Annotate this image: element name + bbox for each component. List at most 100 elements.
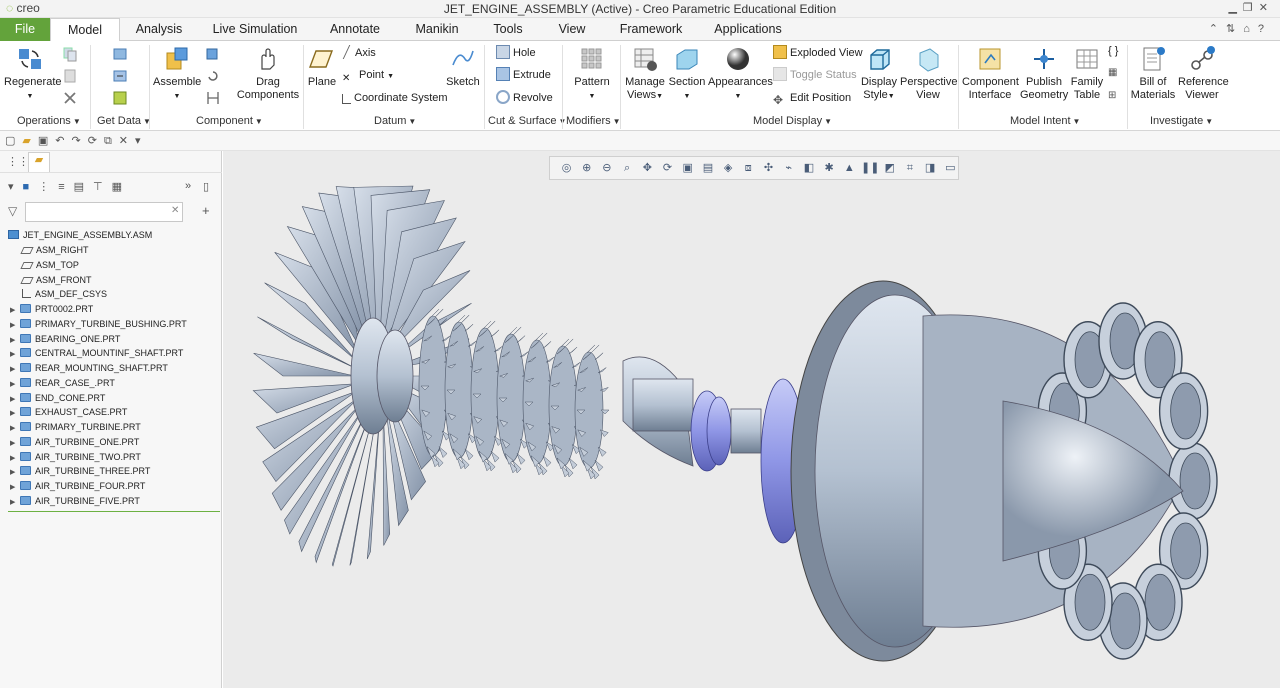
parameters-icon[interactable]: ▦	[1108, 67, 1124, 83]
close-icon[interactable]: ✕	[1259, 2, 1274, 14]
group-modifiers[interactable]: Modifiers ▼	[566, 115, 621, 127]
publish-geometry-button[interactable]: Publish Geometry	[1020, 45, 1068, 102]
tab-view[interactable]: View	[550, 18, 594, 41]
reference-viewer-button[interactable]: Reference Viewer	[1178, 45, 1229, 102]
tree-row-part[interactable]: ▶ AIR_TURBINE_FOUR.PRT	[10, 479, 145, 493]
manage-views-button[interactable]: Manage Views▼	[624, 45, 666, 103]
get-data-icon-1[interactable]	[112, 46, 128, 62]
revolve-button[interactable]: Revolve	[496, 90, 553, 106]
toggle-status-button[interactable]: Toggle Status	[773, 67, 857, 83]
tab-framework[interactable]: Framework	[614, 18, 688, 41]
group-model-intent[interactable]: Model Intent ▼	[1010, 115, 1080, 127]
reorder-icon[interactable]: ⇅	[1226, 23, 1243, 35]
open-file-icon[interactable]: ▰	[22, 135, 37, 147]
spin-center-icon[interactable]: ✣	[760, 160, 777, 177]
pause-icon[interactable]: ❚❚	[861, 160, 879, 177]
tree-settings-icon[interactable]: ■	[23, 181, 39, 193]
tree-row-datum[interactable]: ASM_TOP	[20, 258, 79, 272]
tree-row-part[interactable]: ▶ PRT0002.PRT	[10, 302, 93, 316]
clear-filter-icon[interactable]: ✕	[171, 205, 179, 216]
drag-components-button[interactable]: Drag Components	[236, 45, 300, 102]
edit-position-button[interactable]: ✥ Edit Position	[773, 90, 851, 107]
home-icon[interactable]: ⌂	[1243, 23, 1258, 35]
tab-tools[interactable]: Tools	[486, 18, 530, 41]
tree-columns-icon[interactable]: ⋮≡	[38, 181, 73, 193]
tab-model[interactable]: Model	[50, 18, 120, 42]
axis-button[interactable]: Axis	[342, 45, 376, 61]
group-datum[interactable]: Datum ▼	[374, 115, 416, 127]
family-table-button[interactable]: Family Table	[1068, 45, 1106, 102]
tab-analysis[interactable]: Analysis	[128, 18, 190, 41]
tree-row-part[interactable]: ▶ BEARING_ONE.PRT	[10, 332, 120, 346]
coordinate-system-button[interactable]: Coordinate System	[342, 90, 448, 106]
explode-icon[interactable]: ✱	[821, 160, 838, 177]
paste-icon[interactable]	[62, 68, 78, 84]
tab-applications[interactable]: Applications	[706, 18, 790, 41]
group-model-display[interactable]: Model Display ▼	[753, 115, 832, 127]
model-tree-tab-icon[interactable]: ⋮⋮	[7, 155, 29, 168]
tab-manikin[interactable]: Manikin	[407, 18, 467, 41]
tab-live-simulation[interactable]: Live Simulation	[206, 18, 304, 41]
appearances-button[interactable]: Appearances ▼	[708, 45, 773, 103]
undo-icon[interactable]: ↶	[55, 135, 71, 147]
tree-table-icon[interactable]: ▦	[112, 181, 131, 193]
group-get-data[interactable]: Get Data ▼	[97, 115, 151, 127]
tree-row-part[interactable]: ▶ AIR_TURBINE_ONE.PRT	[10, 435, 139, 449]
tree-row-root[interactable]: JET_ENGINE_ASSEMBLY.ASM	[8, 228, 152, 242]
tree-row-part[interactable]: ▶ REAR_MOUNTING_SHAFT.PRT	[10, 361, 168, 375]
get-data-icon-2[interactable]	[112, 68, 128, 84]
graphics-area[interactable]	[223, 151, 1280, 688]
tree-row-datum[interactable]: ASM_RIGHT	[20, 243, 89, 257]
point-button[interactable]: ✕ Point ▼	[342, 67, 394, 84]
perspective-icon[interactable]: ⌗	[901, 160, 918, 177]
expand-arrow-icon[interactable]: ▶	[10, 496, 20, 510]
repeat-icon[interactable]	[205, 68, 221, 84]
windows-icon[interactable]: ⧉	[104, 135, 119, 147]
fit-icon[interactable]: ▭	[942, 160, 959, 177]
mirror-icon[interactable]	[205, 90, 221, 106]
get-data-icon-3[interactable]	[112, 90, 128, 106]
tree-filter-input[interactable]	[25, 202, 183, 222]
appearance-icon[interactable]: ▲	[841, 160, 858, 177]
sketch-button[interactable]: Sketch	[446, 45, 480, 89]
customize-qat-icon[interactable]: ▾	[135, 135, 148, 147]
annotation-display-icon[interactable]: ⌁	[780, 160, 797, 177]
new-file-icon[interactable]: ▢	[5, 135, 22, 147]
tree-row-part[interactable]: ▶ PRIMARY_TURBINE_BUSHING.PRT	[10, 317, 187, 331]
section-view-icon[interactable]: ◧	[800, 160, 817, 177]
minimize-ribbon-icon[interactable]: ⌃	[1209, 23, 1226, 35]
tree-row-part[interactable]: ▶ EXHAUST_CASE.PRT	[10, 405, 127, 419]
redo-icon[interactable]: ↷	[72, 135, 88, 147]
tree-row-part[interactable]: ▶ END_CONE.PRT	[10, 391, 105, 405]
perspective-view-button[interactable]: Perspective View	[900, 45, 957, 102]
jet-engine-model[interactable]	[223, 151, 1280, 688]
group-operations[interactable]: Operations ▼	[17, 115, 81, 127]
datum-display-icon[interactable]: ⧈	[740, 160, 757, 177]
tree-row-part[interactable]: ▶ AIR_TURBINE_TWO.PRT	[10, 450, 141, 464]
regenerate-button[interactable]: Regenerate ▼	[4, 45, 62, 103]
add-filter-icon[interactable]: +	[202, 203, 210, 218]
tree-row-part[interactable]: ▶ REAR_CASE_.PRT	[10, 376, 115, 390]
switch-dimensions-icon[interactable]: ⊞	[1108, 90, 1124, 106]
display-style-icon[interactable]: ◈	[720, 160, 737, 177]
zoom-window-icon[interactable]: ⌕	[619, 160, 636, 177]
relations-icon[interactable]: { }	[1108, 45, 1124, 61]
tree-row-part[interactable]: ▶ AIR_TURBINE_FIVE.PRT	[10, 494, 140, 508]
zoom-in-icon[interactable]: ⊕	[578, 160, 595, 177]
tab-annotate[interactable]: Annotate	[322, 18, 388, 41]
tab-file[interactable]: File	[0, 18, 50, 41]
tree-layer-icon[interactable]: ▤	[74, 181, 93, 193]
component-op-icon[interactable]	[205, 46, 221, 62]
bill-of-materials-button[interactable]: Bill of Materials	[1130, 45, 1176, 102]
view-manager-icon[interactable]: ▤	[699, 160, 716, 177]
pattern-button[interactable]: Pattern ▼	[570, 45, 614, 103]
saved-orientations-icon[interactable]: ▣	[679, 160, 696, 177]
more-icon[interactable]: »	[185, 180, 191, 192]
tree-row-part[interactable]: ▶ AIR_TURBINE_THREE.PRT	[10, 464, 150, 478]
tree-row-part[interactable]: ▶ PRIMARY_TURBINE.PRT	[10, 420, 141, 434]
pan-icon[interactable]: ✥	[639, 160, 656, 177]
tree-row-part[interactable]: ▶ CENTRAL_MOUNTINF_SHAFT.PRT	[10, 346, 183, 360]
tree-export-icon[interactable]: ▯	[203, 180, 209, 193]
zoom-out-icon[interactable]: ⊖	[598, 160, 615, 177]
tree-show-icon[interactable]: ▾	[8, 181, 23, 193]
